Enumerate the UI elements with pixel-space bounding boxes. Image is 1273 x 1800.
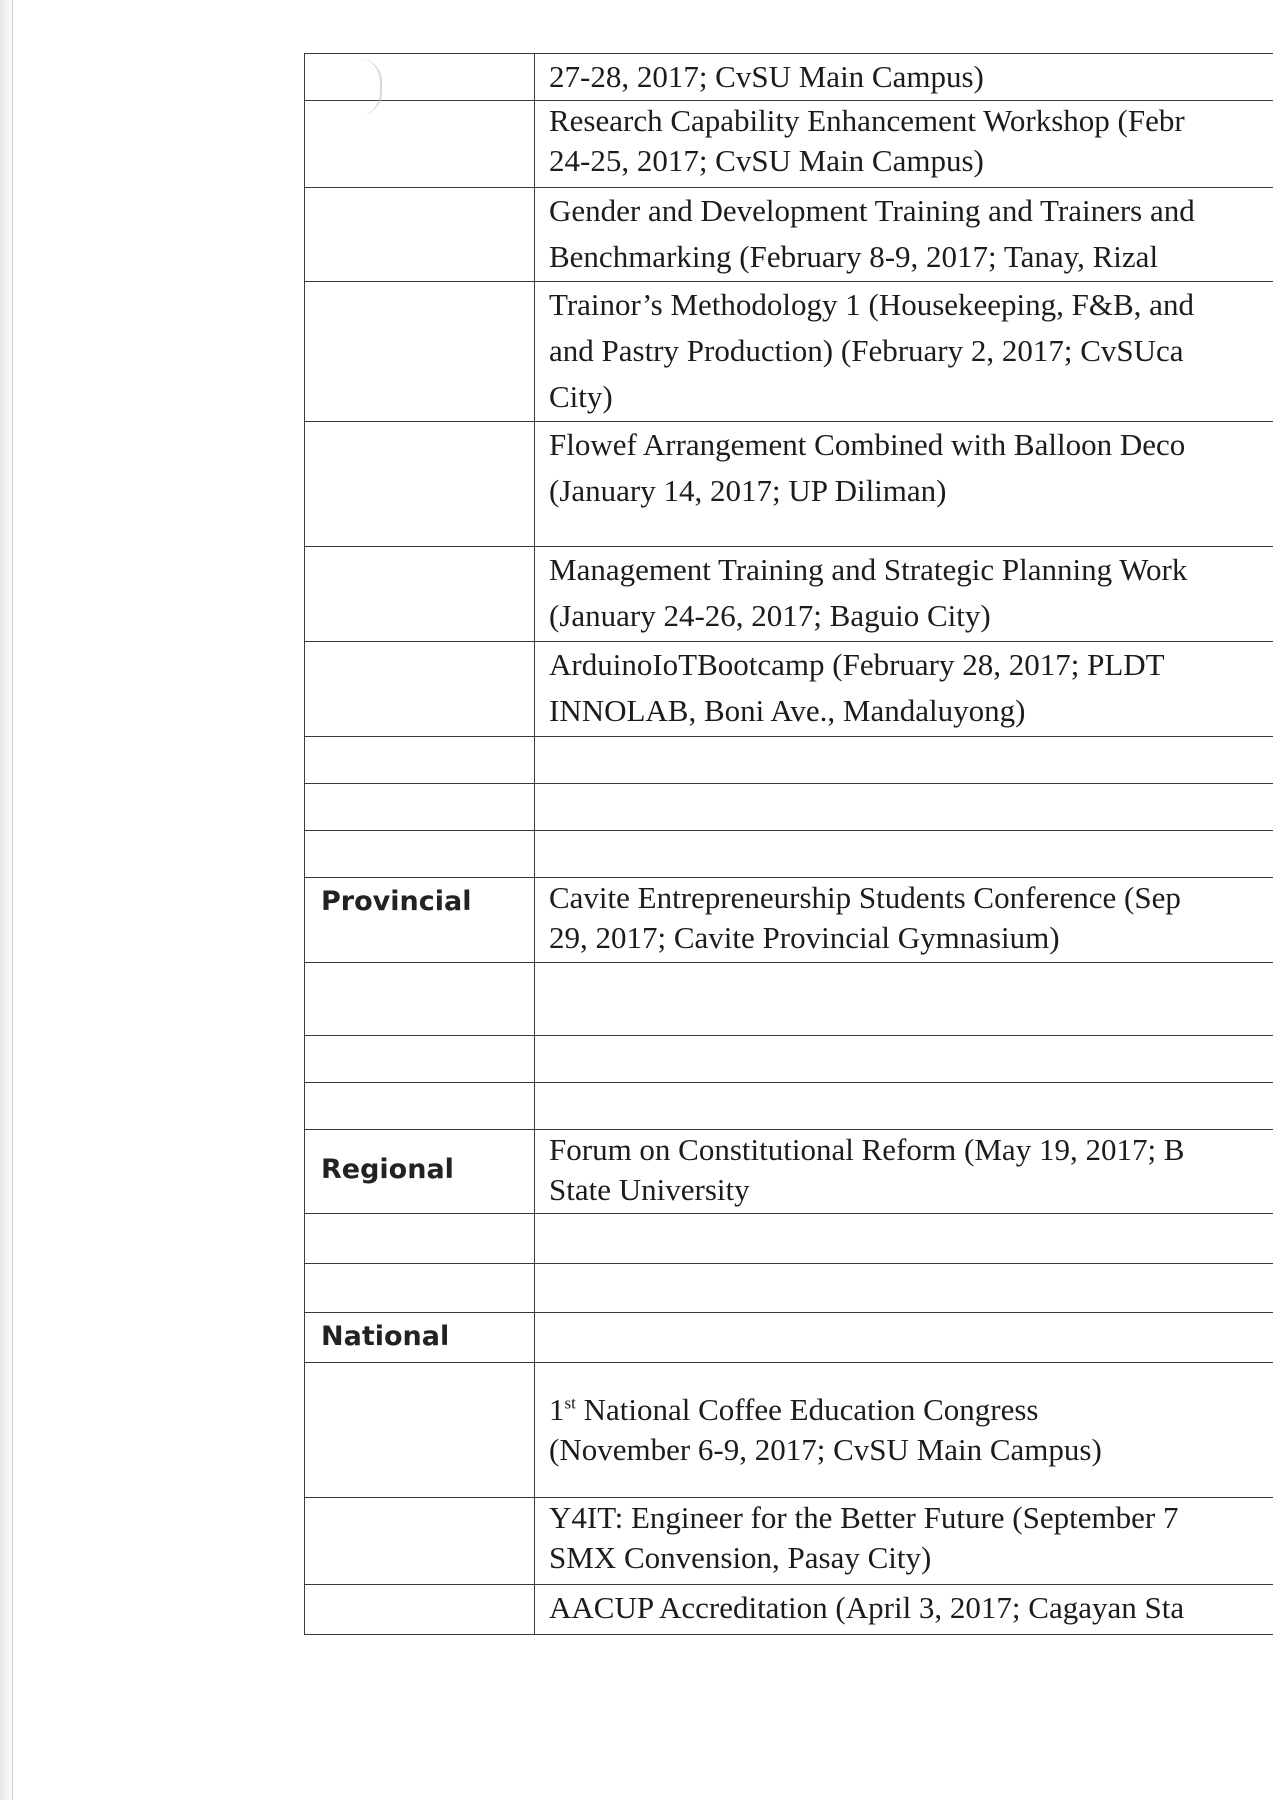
level-cell [304, 640, 535, 737]
event-cell [534, 735, 1273, 784]
level-cell: National [304, 1311, 535, 1363]
table-row [304, 735, 1273, 784]
event-cell: Flowef Arrangement Combined with Balloon… [534, 420, 1273, 547]
level-cell [304, 1583, 535, 1635]
table-row [304, 1081, 1273, 1130]
table-row [304, 1262, 1273, 1313]
level-cell [304, 1034, 535, 1083]
event-cell [534, 1081, 1273, 1130]
event-text: Research Capability Enhancement Workshop… [549, 102, 1185, 138]
event-text: ArduinoIoTBootcamp (February 28, 2017; P… [549, 646, 1165, 682]
event-text-line2: (January 24-26, 2017; Baguio City) [549, 597, 991, 633]
event-text: Management Training and Strategic Planni… [549, 551, 1188, 587]
table-row: 27-28, 2017; CvSU Main Campus) [304, 53, 1273, 101]
level-cell [304, 1081, 535, 1130]
level-cell [304, 280, 535, 422]
event-cell: Management Training and Strategic Planni… [534, 545, 1273, 642]
level-cell [304, 782, 535, 831]
event-text-line2: (January 14, 2017; UP Diliman) [549, 472, 947, 508]
event-text-line2: 29, 2017; Cavite Provincial Gymnasium) [549, 920, 1060, 956]
event-text-line2: State University [549, 1172, 750, 1208]
scan-left-edge [0, 0, 16, 1800]
table-row [304, 782, 1273, 831]
event-text-line3: City) [549, 378, 613, 414]
event-text: Flowef Arrangement Combined with Balloon… [549, 426, 1186, 462]
event-cell [534, 1311, 1273, 1363]
event-text: Y4IT: Engineer for the Better Future (Se… [549, 1499, 1179, 1535]
event-cell [534, 1034, 1273, 1083]
event-cell [534, 829, 1273, 878]
event-cell: AACUP Accreditation (April 3, 2017; Caga… [534, 1583, 1273, 1635]
table-row: ArduinoIoTBootcamp (February 28, 2017; P… [304, 640, 1273, 737]
event-text-line2: SMX Convension, Pasay City) [549, 1540, 932, 1576]
ordinal-number: 1 [549, 1391, 565, 1427]
table-row: Gender and Development Training and Trai… [304, 186, 1273, 282]
event-title: National Coffee Education Congress [575, 1391, 1039, 1427]
table-row [304, 1212, 1273, 1264]
ordinal-suffix: st [564, 1393, 576, 1413]
event-cell [534, 961, 1273, 1036]
level-cell [304, 961, 535, 1036]
level-cell [304, 545, 535, 642]
level-cell: Regional [304, 1128, 535, 1214]
table-row: National [304, 1311, 1273, 1363]
event-text: 27-28, 2017; CvSU Main Campus) [549, 59, 984, 94]
table-row: Research Capability Enhancement Workshop… [304, 99, 1273, 188]
event-text: Forum on Constitutional Reform (May 19, … [549, 1131, 1185, 1167]
level-cell [304, 53, 535, 101]
level-cell [304, 735, 535, 784]
table-row: Y4IT: Engineer for the Better Future (Se… [304, 1496, 1273, 1585]
event-cell: Cavite Entrepreneurship Students Confere… [534, 876, 1273, 963]
table-row: 1st National Coffee Education Congress (… [304, 1361, 1273, 1498]
event-text: 1st National Coffee Education Congress [536, 1390, 1273, 1430]
table-row [304, 829, 1273, 878]
event-text: Trainor’s Methodology 1 (Housekeeping, F… [549, 286, 1194, 322]
event-cell [534, 782, 1273, 831]
event-text: Gender and Development Training and Trai… [549, 192, 1195, 228]
table-row: Regional Forum on Constitutional Reform … [304, 1128, 1273, 1214]
event-text-line2: (November 6-9, 2017; CvSU Main Campus) [549, 1431, 1102, 1467]
event-cell: 27-28, 2017; CvSU Main Campus) [534, 53, 1273, 101]
event-cell: Gender and Development Training and Trai… [534, 186, 1273, 282]
event-text: AACUP Accreditation (April 3, 2017; Caga… [549, 1589, 1185, 1625]
level-cell [304, 829, 535, 878]
event-cell [534, 1262, 1273, 1313]
event-text-line2: INNOLAB, Boni Ave., Mandaluyong) [549, 692, 1026, 728]
event-cell: ArduinoIoTBootcamp (February 28, 2017; P… [534, 640, 1273, 737]
level-cell [304, 186, 535, 282]
table-row: Trainor’s Methodology 1 (Housekeeping, F… [304, 280, 1273, 422]
event-text-line2: and Pastry Production) (February 2, 2017… [549, 332, 1184, 368]
event-cell: 1st National Coffee Education Congress (… [534, 1361, 1273, 1498]
event-cell: Trainor’s Methodology 1 (Housekeeping, F… [534, 280, 1273, 422]
event-cell: Y4IT: Engineer for the Better Future (Se… [534, 1496, 1273, 1585]
level-cell: Provincial [304, 876, 535, 963]
table-row: Provincial Cavite Entrepreneurship Stude… [304, 876, 1273, 963]
level-label: Provincial [321, 885, 472, 917]
level-cell [304, 1496, 535, 1585]
level-label: Regional [321, 1153, 454, 1185]
table-row: AACUP Accreditation (April 3, 2017; Caga… [304, 1583, 1273, 1635]
level-cell [304, 420, 535, 547]
activities-table: 27-28, 2017; CvSU Main Campus) Research … [304, 53, 1273, 1635]
scan-left-edge-line [12, 0, 13, 1800]
event-cell: Research Capability Enhancement Workshop… [534, 99, 1273, 188]
table-row: Management Training and Strategic Planni… [304, 545, 1273, 642]
event-text-line2: 24-25, 2017; CvSU Main Campus) [549, 143, 984, 179]
table-row [304, 961, 1273, 1036]
table-row: Flowef Arrangement Combined with Balloon… [304, 420, 1273, 547]
level-cell [304, 1212, 535, 1264]
level-cell [304, 99, 535, 188]
event-cell [534, 1212, 1273, 1264]
event-text: Cavite Entrepreneurship Students Confere… [549, 879, 1181, 915]
level-cell [304, 1262, 535, 1313]
event-cell: Forum on Constitutional Reform (May 19, … [534, 1128, 1273, 1214]
level-label: National [321, 1320, 450, 1352]
level-cell [304, 1361, 535, 1498]
event-text-line2: Benchmarking (February 8-9, 2017; Tanay,… [549, 238, 1159, 274]
table-row [304, 1034, 1273, 1083]
